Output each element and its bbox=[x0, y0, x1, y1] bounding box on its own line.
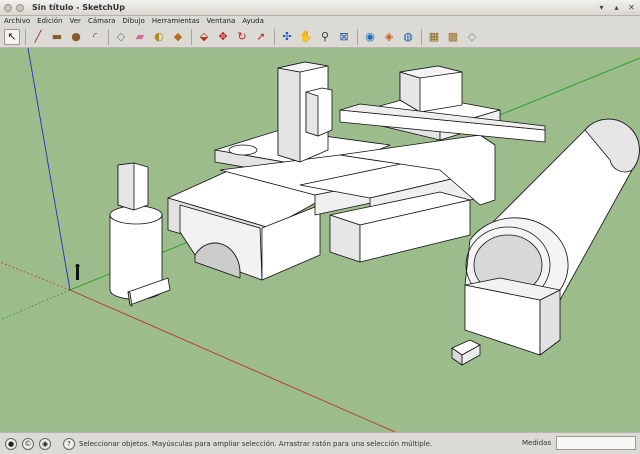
tape-measure-button[interactable]: ◐ bbox=[151, 29, 167, 45]
menu-bar: Archivo Edición Ver Cámara Dibujo Herram… bbox=[0, 16, 640, 26]
zoom-tool-button[interactable]: ⚲ bbox=[317, 29, 333, 45]
menu-herramientas[interactable]: Herramientas bbox=[152, 17, 200, 25]
red-axis bbox=[69, 289, 396, 432]
close-icon[interactable]: ✕ bbox=[627, 3, 636, 12]
toolbar-separator bbox=[274, 28, 275, 45]
move-tool-button[interactable]: ✥ bbox=[215, 29, 231, 45]
measurements-input[interactable] bbox=[556, 436, 636, 450]
circle-tool-button[interactable]: ● bbox=[68, 29, 84, 45]
window-title: Sin título - SketchUp bbox=[32, 3, 125, 12]
status-bar: ● © ◉ ? Seleccionar objetos. Mayúsculas … bbox=[0, 432, 640, 454]
toolbar-separator bbox=[357, 28, 358, 45]
window-menu-icon[interactable] bbox=[4, 3, 12, 12]
menu-camara[interactable]: Cámara bbox=[88, 17, 115, 25]
green-axis-dotted bbox=[0, 289, 71, 321]
toolbar-separator bbox=[421, 28, 422, 45]
help-icon[interactable]: ? bbox=[63, 437, 75, 450]
eraser-tool-button[interactable]: ▰ bbox=[132, 29, 148, 45]
menu-edicion[interactable]: Edición bbox=[37, 17, 62, 25]
measurements-label: Medidas bbox=[522, 439, 552, 447]
get-models-button[interactable]: ◉ bbox=[362, 29, 378, 45]
geo-location-icon[interactable]: ● bbox=[5, 437, 17, 450]
maximize-icon[interactable]: ▴ bbox=[612, 3, 621, 12]
user-icon[interactable]: ◉ bbox=[39, 437, 51, 450]
blue-axis bbox=[27, 48, 71, 291]
follow-me-button[interactable]: ➚ bbox=[253, 29, 269, 45]
status-message: Seleccionar objetos. Mayúsculas para amp… bbox=[79, 439, 433, 448]
toolbar-separator bbox=[25, 28, 26, 45]
3d-viewport[interactable] bbox=[0, 48, 640, 432]
orbit-tool-button[interactable]: ✣ bbox=[279, 29, 295, 45]
scale-figure bbox=[75, 264, 80, 280]
styles-browser-button[interactable]: ◇ bbox=[464, 29, 480, 45]
scene-svg bbox=[0, 48, 640, 432]
sketchup-window: Sin título - SketchUp ▾ ▴ ✕ Archivo Edic… bbox=[0, 0, 640, 454]
pan-tool-button[interactable]: ✋ bbox=[298, 29, 314, 45]
share-model-button[interactable]: ◈ bbox=[381, 29, 397, 45]
menu-dibujo[interactable]: Dibujo bbox=[122, 17, 144, 25]
make-component-button[interactable]: ◇ bbox=[113, 29, 129, 45]
google-earth-button[interactable]: ◍ bbox=[400, 29, 416, 45]
line-tool-button[interactable]: ╱ bbox=[30, 29, 46, 45]
materials-browser-button[interactable]: ▩ bbox=[445, 29, 461, 45]
menu-archivo[interactable]: Archivo bbox=[4, 17, 30, 25]
arc-tool-button[interactable]: ◜ bbox=[87, 29, 103, 45]
window-sticky-icon[interactable] bbox=[16, 3, 24, 12]
menu-ver[interactable]: Ver bbox=[70, 17, 81, 25]
toolbar-separator bbox=[191, 28, 192, 45]
push-pull-button[interactable]: ⬙ bbox=[196, 29, 212, 45]
rotate-tool-button[interactable]: ↻ bbox=[234, 29, 250, 45]
title-bar: Sin título - SketchUp ▾ ▴ ✕ bbox=[0, 0, 640, 16]
menu-ayuda[interactable]: Ayuda bbox=[242, 17, 264, 25]
paint-bucket-button[interactable]: ◆ bbox=[170, 29, 186, 45]
minimize-icon[interactable]: ▾ bbox=[597, 3, 606, 12]
select-tool-button[interactable]: ↖ bbox=[4, 28, 20, 45]
toolbar-separator bbox=[108, 28, 109, 45]
main-toolbar: ↖ ╱ ▬ ● ◜ ◇ ▰ ◐ ◆ ⬙ ✥ ↻ ➚ ✣ ✋ ⚲ ⊠ ◉ ◈ ◍ ▦ ▩ ◇ bbox=[0, 26, 640, 48]
menu-ventana[interactable]: Ventana bbox=[207, 17, 236, 25]
cylinder-left bbox=[109, 162, 171, 307]
zoom-extents-button[interactable]: ⊠ bbox=[336, 29, 352, 45]
components-browser-button[interactable]: ▦ bbox=[426, 29, 442, 45]
red-axis-dotted bbox=[0, 261, 71, 291]
rectangle-tool-button[interactable]: ▬ bbox=[49, 29, 65, 45]
credits-icon[interactable]: © bbox=[22, 437, 34, 450]
